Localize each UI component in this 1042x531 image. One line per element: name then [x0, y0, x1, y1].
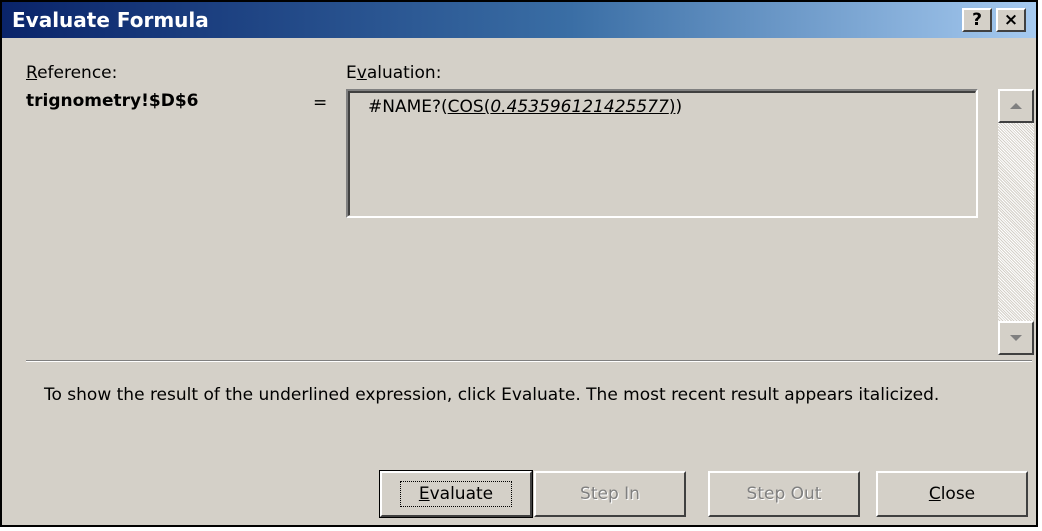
vertical-scrollbar[interactable]: [998, 89, 1034, 355]
instructions-text: To show the result of the underlined exp…: [44, 385, 940, 405]
evaluation-label-prefix: E: [346, 63, 357, 83]
expr-suffix: ): [675, 97, 683, 117]
separator-line: [26, 360, 1032, 362]
evaluation-box[interactable]: #NAME?(COS(0.453596121425577)): [346, 89, 978, 218]
expr-function: COS(: [447, 97, 491, 117]
step-out-button[interactable]: Step Out: [708, 471, 860, 517]
scroll-down-arrow-icon: [1010, 335, 1022, 341]
help-icon: ?: [972, 10, 982, 30]
reference-label: Reference:: [26, 62, 117, 84]
close-button[interactable]: Close: [876, 471, 1028, 517]
evaluate-button[interactable]: Evaluate: [379, 470, 533, 518]
evaluation-label-mnemonic: v: [356, 63, 367, 83]
close-icon: ×: [1003, 10, 1019, 30]
scroll-up-button[interactable]: [998, 89, 1034, 123]
equals-sign: =: [313, 93, 328, 113]
evaluation-expression: #NAME?(COS(0.453596121425577)): [368, 96, 682, 118]
evaluate-formula-dialog: Evaluate Formula ? × Reference: trignome…: [0, 0, 1038, 527]
close-label-text: lose: [940, 484, 976, 504]
evaluate-mnemonic: E: [418, 484, 430, 504]
close-button-label: Close: [929, 484, 975, 504]
close-mnemonic: C: [928, 484, 941, 504]
close-window-button[interactable]: ×: [996, 8, 1026, 32]
expr-italic-result: 0.453596121425577: [490, 97, 669, 117]
help-button[interactable]: ?: [962, 8, 992, 32]
step-in-button[interactable]: Step In: [534, 471, 686, 517]
evaluation-label-text: aluation:: [366, 63, 442, 83]
scroll-down-button[interactable]: [998, 321, 1034, 355]
reference-value: trignometry!$D$6: [26, 91, 199, 111]
scroll-up-arrow-icon: [1010, 103, 1022, 109]
reference-label-mnemonic: R: [26, 63, 38, 83]
expr-prefix: #NAME?(: [368, 97, 448, 117]
title-bar[interactable]: Evaluate Formula ? ×: [2, 2, 1036, 38]
evaluate-button-label: Evaluate: [399, 481, 513, 507]
expr-underlined: COS(0.453596121425577): [448, 97, 676, 117]
evaluation-label: Evaluation:: [346, 62, 441, 84]
reference-label-text: eference:: [37, 63, 118, 83]
dialog-title: Evaluate Formula: [12, 8, 209, 32]
evaluate-label-text: valuate: [429, 484, 494, 504]
